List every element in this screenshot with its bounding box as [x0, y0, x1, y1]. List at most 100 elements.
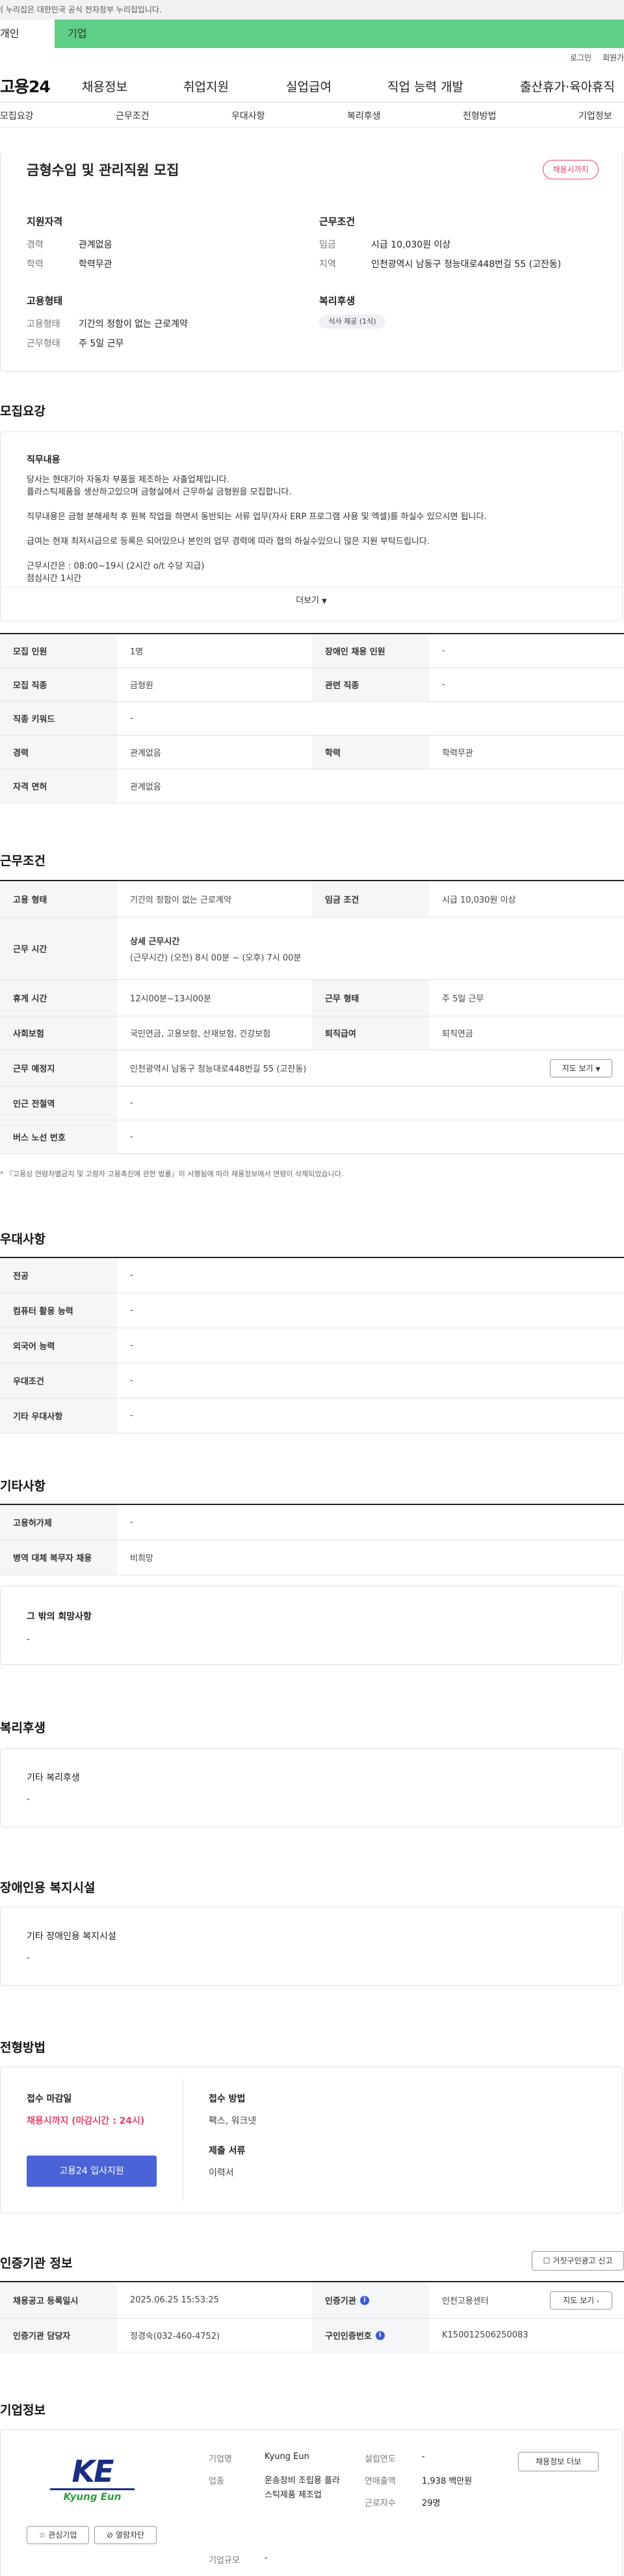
table-cell: - — [130, 1411, 133, 1421]
table-header: 근무 형태 — [312, 980, 429, 1016]
table-header: 자격 면허 — [0, 769, 117, 803]
table-header: 모집 직종 — [0, 668, 117, 701]
summary-card: 금형수입 및 관리직원 모집 채용시까지 지원자격 경력 관계없음 학력 학력무… — [0, 153, 623, 372]
table-row: 인근 전철역 - — [0, 1087, 624, 1120]
tab-company[interactable]: 기업 — [55, 19, 624, 48]
subnav-process[interactable]: 전형방법 — [463, 109, 497, 122]
table-row: 근무 예정지 인천광역시 남동구 청능대로448번길 55 (고잔동) 지도 보… — [0, 1050, 624, 1087]
docs-title: 제출 서류 — [209, 2146, 246, 2156]
table-header: 기타 우대사항 — [0, 1398, 117, 1433]
table-cell: 퇴직연금 — [442, 1029, 473, 1039]
table-row: 모집 인원 1명 장애인 채용 인원 - — [0, 634, 624, 668]
process-card: 접수 마감일 채용시까지 (마감시간 : 24시) 고용24 입사지원 접수 방… — [0, 2067, 623, 2213]
method-title: 접수 방법 — [209, 2094, 246, 2104]
info-icon[interactable]: i — [375, 2330, 385, 2340]
gnb-item-training[interactable]: 직업 능력 개발 — [387, 77, 463, 95]
welfare-card: 기타 복리후생 - — [0, 1748, 623, 1827]
age-law-note: * 『고용상 연령차별금지 및 고령자 고용촉진에 관한 법률』이 시행됨에 따… — [0, 1170, 344, 1178]
join-link[interactable]: 회원가 — [603, 52, 624, 63]
table-header: 근무 시간 — [0, 918, 117, 979]
subnav-recruit[interactable]: 모집요강 — [0, 109, 34, 122]
report-button[interactable]: ☐ 거짓구인광고 신고 — [532, 2251, 624, 2271]
more-button-label: 더보기 — [296, 596, 320, 606]
method-value: 팩스, 워크넷 — [209, 2116, 257, 2126]
wish-card: 그 밖의 희망사항 - — [0, 1586, 623, 1665]
table-header: 우대조건 — [0, 1363, 117, 1398]
table-cell: 12시00분~13시00분 — [130, 994, 211, 1004]
site-logo[interactable]: 고용24 — [0, 74, 51, 97]
duty-line: 급여는 현재 최저시급으로 등록은 되어있으나 본인의 업무 경력에 따라 협의… — [27, 537, 430, 547]
table-cell: 국민연금, 고용보험, 산재보험, 건강보험 — [130, 1029, 271, 1039]
education-label: 학력 — [27, 259, 44, 270]
gnb-item-jobs[interactable]: 채용정보 — [82, 77, 127, 95]
gov-banner-text: 이 누리집은 대한민국 공식 전자정부 누리집입니다. — [0, 5, 162, 14]
employees-value: 29명 — [422, 2499, 441, 2508]
welfare-card-value: - — [27, 1794, 31, 1805]
table-row: 사회보험 국민연금, 고용보험, 산재보험, 건강보험 퇴직급여 퇴직연금 — [0, 1016, 624, 1050]
table-header: 사회보험 — [0, 1016, 117, 1050]
table-cell: K150012506250083 — [442, 2330, 528, 2340]
process-section-title: 전형방법 — [0, 2041, 46, 2055]
deadline-value: 채용시까지 (마감시간 : 24시) — [27, 2116, 145, 2126]
subnav-preferences[interactable]: 우대사항 — [231, 109, 265, 122]
agency-map-button-label: 지도 보기 — [563, 2296, 595, 2305]
table-cell: 주 5일 근무 — [442, 994, 484, 1004]
more-button[interactable]: 더보기 ▼ — [1, 593, 622, 606]
conditions-title: 근무조건 — [319, 216, 356, 227]
agency-map-button[interactable]: 지도 보기 › — [550, 2291, 612, 2310]
founded-label: 설립연도 — [365, 2454, 396, 2464]
region-value: 인천광역시 남동구 청능대로448번길 55 (고잔동) — [371, 259, 562, 270]
education-value: 학력무관 — [79, 259, 112, 270]
table-header: 모집 인원 — [0, 634, 117, 667]
global-nav: 고용24 채용정보 취업지원 실업급여 직업 능력 개발 출산휴가·육아휴직 — [0, 64, 624, 103]
table-header: 고용 형태 — [0, 881, 117, 917]
chevron-right-icon: › — [596, 2298, 599, 2305]
employees-label: 근로자수 — [365, 2499, 396, 2508]
welfare-title: 복리후생 — [319, 295, 356, 307]
star-icon: ☆ — [38, 2531, 46, 2540]
map-button[interactable]: 지도 보기 ▼ — [550, 1059, 612, 1077]
wish-title: 그 밖의 희망사항 — [27, 1612, 92, 1622]
more-jobs-button[interactable]: 채용정보 더보 — [518, 2452, 599, 2471]
info-icon[interactable]: i — [359, 2295, 369, 2305]
wage-value: 시급 10,030원 이상 — [371, 240, 451, 250]
company-size-value: - — [265, 2553, 268, 2563]
table-cell: 금형원 — [130, 681, 153, 691]
subnav-welfare[interactable]: 복리후생 — [347, 109, 381, 122]
interest-company-button[interactable]: ☆ 관심기업 — [27, 2526, 89, 2544]
table-row: 전공 - — [0, 1258, 624, 1293]
agency-section-title: 인증기관 정보 — [0, 2256, 73, 2271]
agency-table: 채용공고 등록일시 2025.06.25 15:53:25 인증기관 i 인천고용… — [0, 2281, 624, 2352]
id-header-label: 구인인증번호 — [325, 2332, 372, 2341]
subnav-work-conditions[interactable]: 근무조건 — [116, 109, 150, 122]
gnb-item-unemployment-benefit[interactable]: 실업급여 — [286, 77, 332, 95]
table-header: 채용공고 등록일시 — [0, 2282, 117, 2318]
gnb-item-parental-leave[interactable]: 출산휴가·육아휴직 — [520, 77, 615, 95]
utility-links: 로그인 회원가 — [0, 48, 624, 64]
prefer-section-title: 우대사항 — [0, 1232, 46, 1246]
subnav-company[interactable]: 기업정보 — [578, 109, 612, 122]
login-link[interactable]: 로그인 — [570, 52, 592, 63]
apply-button[interactable]: 고용24 입사지원 — [27, 2156, 157, 2187]
industry-value: 운송장비 조립용 플라스틱제품 제조업 — [265, 2476, 340, 2500]
table-header: 장애인 채용 인원 — [312, 634, 429, 667]
docs-value: 이력서 — [209, 2168, 234, 2178]
worktype-value: 주 5일 근무 — [79, 339, 124, 349]
gnb-item-employment-support[interactable]: 취업지원 — [183, 77, 229, 95]
career-label: 경력 — [27, 240, 44, 250]
work-section-title: 근무조건 — [0, 854, 46, 868]
table-header: 버스 노선 번호 — [0, 1120, 117, 1153]
map-button-label: 지도 보기 — [562, 1064, 593, 1073]
welfare-badge: 식사 제공 (1식) — [319, 315, 385, 329]
sales-value: 1,938 백만원 — [422, 2477, 473, 2486]
tab-person[interactable]: 개인 — [0, 19, 55, 48]
hours-title: 상세 근무시간 — [130, 936, 180, 947]
company-card: KE Kyung Eun ☆ 관심기업 ⊘ 열람차단 기업명 Kyung Eun… — [0, 2429, 623, 2576]
job-title: 금형수입 및 관리직원 모집 — [27, 162, 179, 178]
interest-button-label: 관심기업 — [48, 2531, 77, 2540]
duty-line: 근무시간은 : 08:00~19시 (2시간 o/t 수당 지급) — [27, 561, 205, 571]
table-row: 버스 노선 번호 - — [0, 1120, 624, 1154]
block-view-button[interactable]: ⊘ 열람차단 — [94, 2526, 157, 2544]
industry-label: 업종 — [209, 2477, 224, 2486]
block-button-label: 열람차단 — [115, 2531, 145, 2540]
